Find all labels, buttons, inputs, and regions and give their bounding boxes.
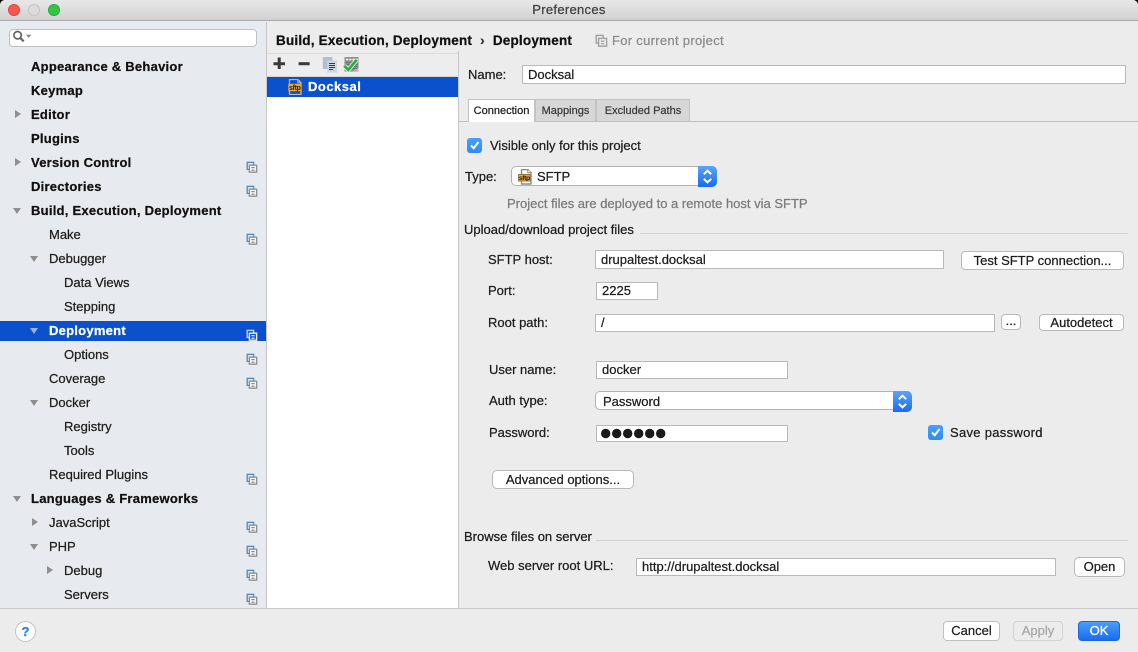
svg-text:sftp: sftp	[519, 175, 530, 182]
